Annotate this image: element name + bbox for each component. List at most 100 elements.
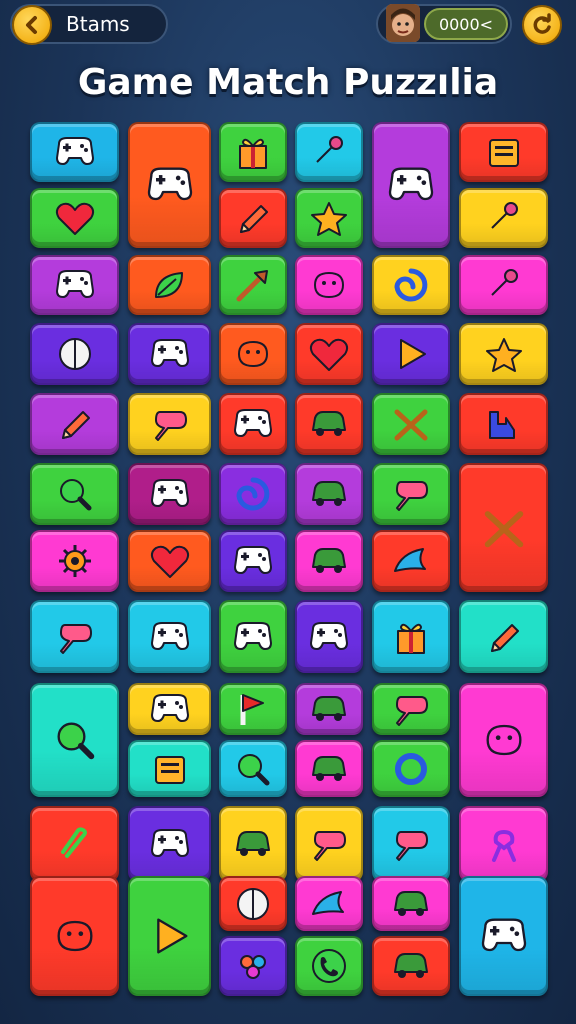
tile-cross[interactable] <box>372 393 450 455</box>
blob-icon <box>57 920 93 952</box>
tile-controller[interactable] <box>219 530 287 592</box>
tile-arrow[interactable] <box>219 255 287 315</box>
tile-bird[interactable] <box>295 876 363 931</box>
tile-pencil[interactable] <box>219 188 287 248</box>
tile-pin[interactable] <box>459 188 548 248</box>
tile-box[interactable] <box>128 740 211 797</box>
tile-controller[interactable] <box>219 393 287 455</box>
tile-car[interactable] <box>372 936 450 996</box>
gear-icon <box>58 545 91 577</box>
tile-magnifier[interactable] <box>30 463 119 525</box>
tile-car[interactable] <box>372 876 450 931</box>
blob-icon <box>486 724 521 756</box>
tile-controller[interactable] <box>128 806 211 882</box>
tile-controller[interactable] <box>128 122 211 248</box>
car-icon <box>394 953 428 978</box>
tile-ring[interactable] <box>372 740 450 797</box>
tile-car[interactable] <box>295 393 363 455</box>
tile-controller[interactable] <box>128 323 211 385</box>
back-button[interactable] <box>12 5 52 45</box>
controller-icon <box>234 409 272 437</box>
tile-swirl[interactable] <box>219 463 287 525</box>
pencil-icon <box>61 411 90 439</box>
tile-grapes[interactable] <box>219 936 287 996</box>
tile-controller[interactable] <box>30 122 119 182</box>
chevron-left-icon <box>26 16 37 34</box>
tile-magnifier[interactable] <box>30 683 119 797</box>
controller-icon <box>55 270 94 298</box>
tile-leaf[interactable] <box>128 255 211 315</box>
tile-star[interactable] <box>295 188 363 248</box>
tile-magnifier[interactable] <box>219 740 287 797</box>
gift-icon <box>239 138 267 169</box>
tile-ball[interactable] <box>219 876 287 931</box>
controller-icon <box>150 829 189 857</box>
tile-heart[interactable] <box>128 530 211 592</box>
tile-blob[interactable] <box>30 876 119 996</box>
tile-controller[interactable] <box>30 255 119 315</box>
tile-pencil[interactable] <box>459 600 548 673</box>
tile-pencil[interactable] <box>30 393 119 455</box>
tile-gift[interactable] <box>219 122 287 182</box>
box-icon <box>154 755 185 784</box>
tile-car[interactable] <box>295 683 363 735</box>
tile-heart[interactable] <box>30 188 119 248</box>
tile-blob[interactable] <box>295 255 363 315</box>
refresh-icon <box>533 13 551 34</box>
tile-car[interactable] <box>295 463 363 525</box>
tile-box[interactable] <box>459 122 548 182</box>
tile-blob[interactable] <box>219 323 287 385</box>
tile-clip[interactable] <box>30 806 119 882</box>
tile-controller[interactable] <box>219 600 287 673</box>
controller-icon <box>234 621 272 650</box>
tile-paddle[interactable] <box>372 683 450 735</box>
cross-icon <box>484 510 523 547</box>
tile-controller[interactable] <box>128 463 211 525</box>
tile-controller[interactable] <box>295 600 363 673</box>
tile-car[interactable] <box>295 740 363 797</box>
controller-icon <box>150 621 189 650</box>
tile-star[interactable] <box>459 323 548 385</box>
tile-car[interactable] <box>295 530 363 592</box>
tile-pin[interactable] <box>295 122 363 182</box>
tile-bird[interactable] <box>372 530 450 592</box>
tile-paddle[interactable] <box>372 806 450 882</box>
tile-phone[interactable] <box>295 936 363 996</box>
play-icon <box>156 918 187 954</box>
tile-controller[interactable] <box>128 600 211 673</box>
blob-icon <box>238 341 268 367</box>
tile-cross[interactable] <box>459 463 548 592</box>
tile-paddle[interactable] <box>128 393 211 455</box>
tile-paddle[interactable] <box>295 806 363 882</box>
bird-icon <box>394 548 426 572</box>
tile-paddle[interactable] <box>30 600 119 673</box>
tile-flag[interactable] <box>219 683 287 735</box>
controller-icon <box>150 339 189 367</box>
tile-paddle[interactable] <box>372 463 450 525</box>
pencil-icon <box>490 623 519 652</box>
tile-gift[interactable] <box>372 600 450 673</box>
tile-car[interactable] <box>219 806 287 882</box>
tile-play[interactable] <box>128 876 211 996</box>
tile-swirl[interactable] <box>372 255 450 315</box>
tile-gear[interactable] <box>30 530 119 592</box>
cross-icon <box>394 409 428 441</box>
tile-controller[interactable] <box>459 876 548 996</box>
tile-controller[interactable] <box>372 122 450 248</box>
tile-ribbon[interactable] <box>459 806 548 882</box>
magnifier-icon <box>238 753 270 785</box>
tile-controller[interactable] <box>128 683 211 735</box>
tile-play[interactable] <box>372 323 450 385</box>
tile-chart[interactable] <box>459 393 548 455</box>
blob-icon <box>314 272 344 298</box>
refresh-button[interactable] <box>522 5 562 45</box>
tile-blob[interactable] <box>459 683 548 797</box>
tile-heart[interactable] <box>295 323 363 385</box>
page-title: Game Match Puzzılia <box>77 62 499 103</box>
controller-icon <box>310 621 348 650</box>
car-icon <box>394 890 428 916</box>
tile-ball[interactable] <box>30 323 119 385</box>
back-label: Btams <box>66 12 130 36</box>
grapes-icon <box>240 955 266 979</box>
tile-pin[interactable] <box>459 255 548 315</box>
